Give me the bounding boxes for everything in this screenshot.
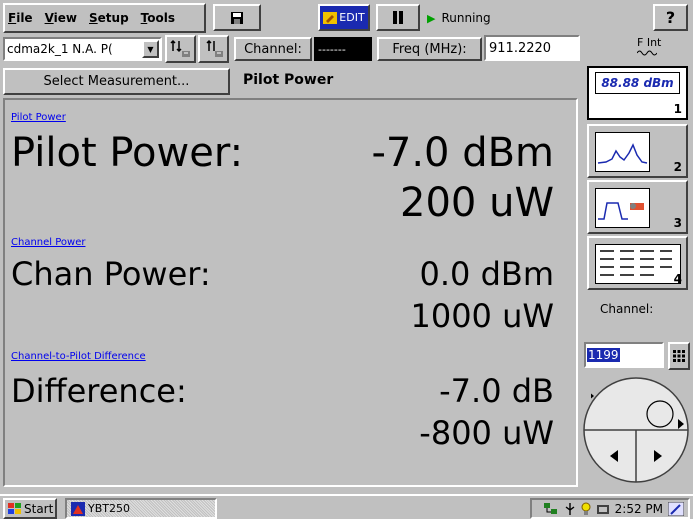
measurement-title: Pilot Power [243,72,334,88]
network-icon[interactable] [543,502,559,516]
view-number-2: 2 [673,160,682,174]
channel-to-pilot-link[interactable]: Channel-to-Pilot Difference [11,351,146,362]
system-tray: 2:52 PM [530,498,690,519]
table-icon [595,244,681,284]
windows-logo-icon [8,502,21,514]
chevron-down-icon[interactable]: ▼ [142,40,159,58]
channel-button[interactable]: Channel: [234,37,312,61]
run-status-label: Running [441,11,491,25]
menu-bar: File View Setup Tools [3,3,206,33]
view-spectrum-button[interactable]: 2 [587,124,688,178]
menu-view-label: iew [53,11,77,25]
edit-button-label: EDIT [339,11,365,24]
pause-icon [393,11,403,24]
pilot-power-link[interactable]: Pilot Power [11,112,66,123]
pause-button[interactable] [376,4,420,31]
difference-uw-value: -800 uW [419,414,554,452]
menu-view[interactable]: View [45,11,77,25]
taskbar: Start YBT250 2:52 PM [0,494,693,519]
battery-icon[interactable] [596,503,610,515]
freq-input-value: 911.2220 [489,40,552,56]
pilot-power-label: Pilot Power: [11,130,244,176]
rotary-knob[interactable] [580,374,692,486]
channel-power-link[interactable]: Channel Power [11,237,85,248]
menu-setup-mnemonic: S [89,11,98,25]
freq-button[interactable]: Freq (MHz): [377,37,482,61]
view-table-button[interactable]: 4 [587,236,688,290]
chan-power-uw-value: 1000 uW [410,297,554,335]
sidebar-channel-value: 1199 [587,348,620,362]
spectrum-icon [595,132,650,172]
view-trace-button[interactable]: 3 [587,180,688,234]
run-status: ▶ Running [427,11,491,25]
usb-icon[interactable] [564,502,576,516]
knob-ccw-arrow-icon [591,393,594,399]
freq-button-label: Freq (MHz): [392,41,467,57]
edit-button[interactable]: EDIT [318,4,370,31]
menu-setup[interactable]: Setup [89,11,129,25]
view-number-3: 3 [673,216,682,230]
waveform-icon [636,50,658,56]
menu-tools[interactable]: Tools [141,11,175,25]
chan-power-dbm-value: 0.0 dBm [419,255,555,293]
channel-button-label: Channel: [244,41,302,57]
keypad-button[interactable] [668,342,690,370]
bulb-icon[interactable] [581,502,591,516]
stylus-icon[interactable] [668,501,684,516]
play-icon: ▶ [427,11,436,25]
task-ybt250[interactable]: YBT250 [65,498,217,519]
standard-select-value: cdma2k_1 N.A. P( [7,42,113,56]
f-int-indicator: F Int [636,36,662,59]
menu-tools-label: ools [147,11,176,25]
menu-file[interactable]: File [8,11,33,25]
save-button[interactable] [213,4,261,31]
sidebar-channel-input[interactable]: 1199 [584,342,664,368]
difference-db-value: -7.0 dB [439,372,554,410]
standard-select[interactable]: cdma2k_1 N.A. P( ▼ [3,37,162,61]
select-measurement-button[interactable]: Select Measurement... [3,68,230,95]
channel-field-value: ------- [318,42,346,56]
signal-hold-button[interactable] [198,35,229,63]
signal-setup-button[interactable] [165,35,196,63]
difference-label: Difference: [11,372,187,410]
menu-file-mnemonic: F [8,11,17,25]
f-int-label: F Int [637,36,662,49]
measurement-panel: Pilot Power Pilot Power: -7.0 dBm 200 uW… [3,98,578,487]
view-number-1: 1 [673,102,682,116]
app-icon [71,501,85,516]
select-measurement-label: Select Measurement... [43,74,190,89]
help-button-label: ? [665,8,676,27]
antenna-down-icon [169,39,190,57]
channel-field[interactable]: ------- [314,37,372,61]
start-button[interactable]: Start [3,498,57,519]
chan-power-label: Chan Power: [11,255,211,293]
edit-pencil-icon [323,11,338,24]
view-number-4: 4 [673,272,682,286]
menu-setup-label: etup [97,11,129,25]
pilot-power-uw-value: 200 uW [400,180,554,226]
keypad-icon [673,350,685,362]
menu-file-label: ile [16,11,33,25]
clock: 2:52 PM [614,501,663,516]
antenna-up-icon [205,39,223,57]
menu-view-mnemonic: V [44,11,54,25]
task-label: YBT250 [88,502,130,515]
readout-display: 88.88 dBm [595,72,680,94]
floppy-disk-icon [231,11,243,24]
help-button[interactable]: ? [653,4,688,31]
pilot-power-dbm-value: -7.0 dBm [371,130,554,176]
freq-input[interactable]: 911.2220 [484,35,580,61]
view-readout-button[interactable]: 88.88 dBm 1 [587,66,688,120]
trace-icon [595,188,650,228]
sidebar-channel-label: Channel: [600,302,654,316]
start-label: Start [24,501,54,516]
